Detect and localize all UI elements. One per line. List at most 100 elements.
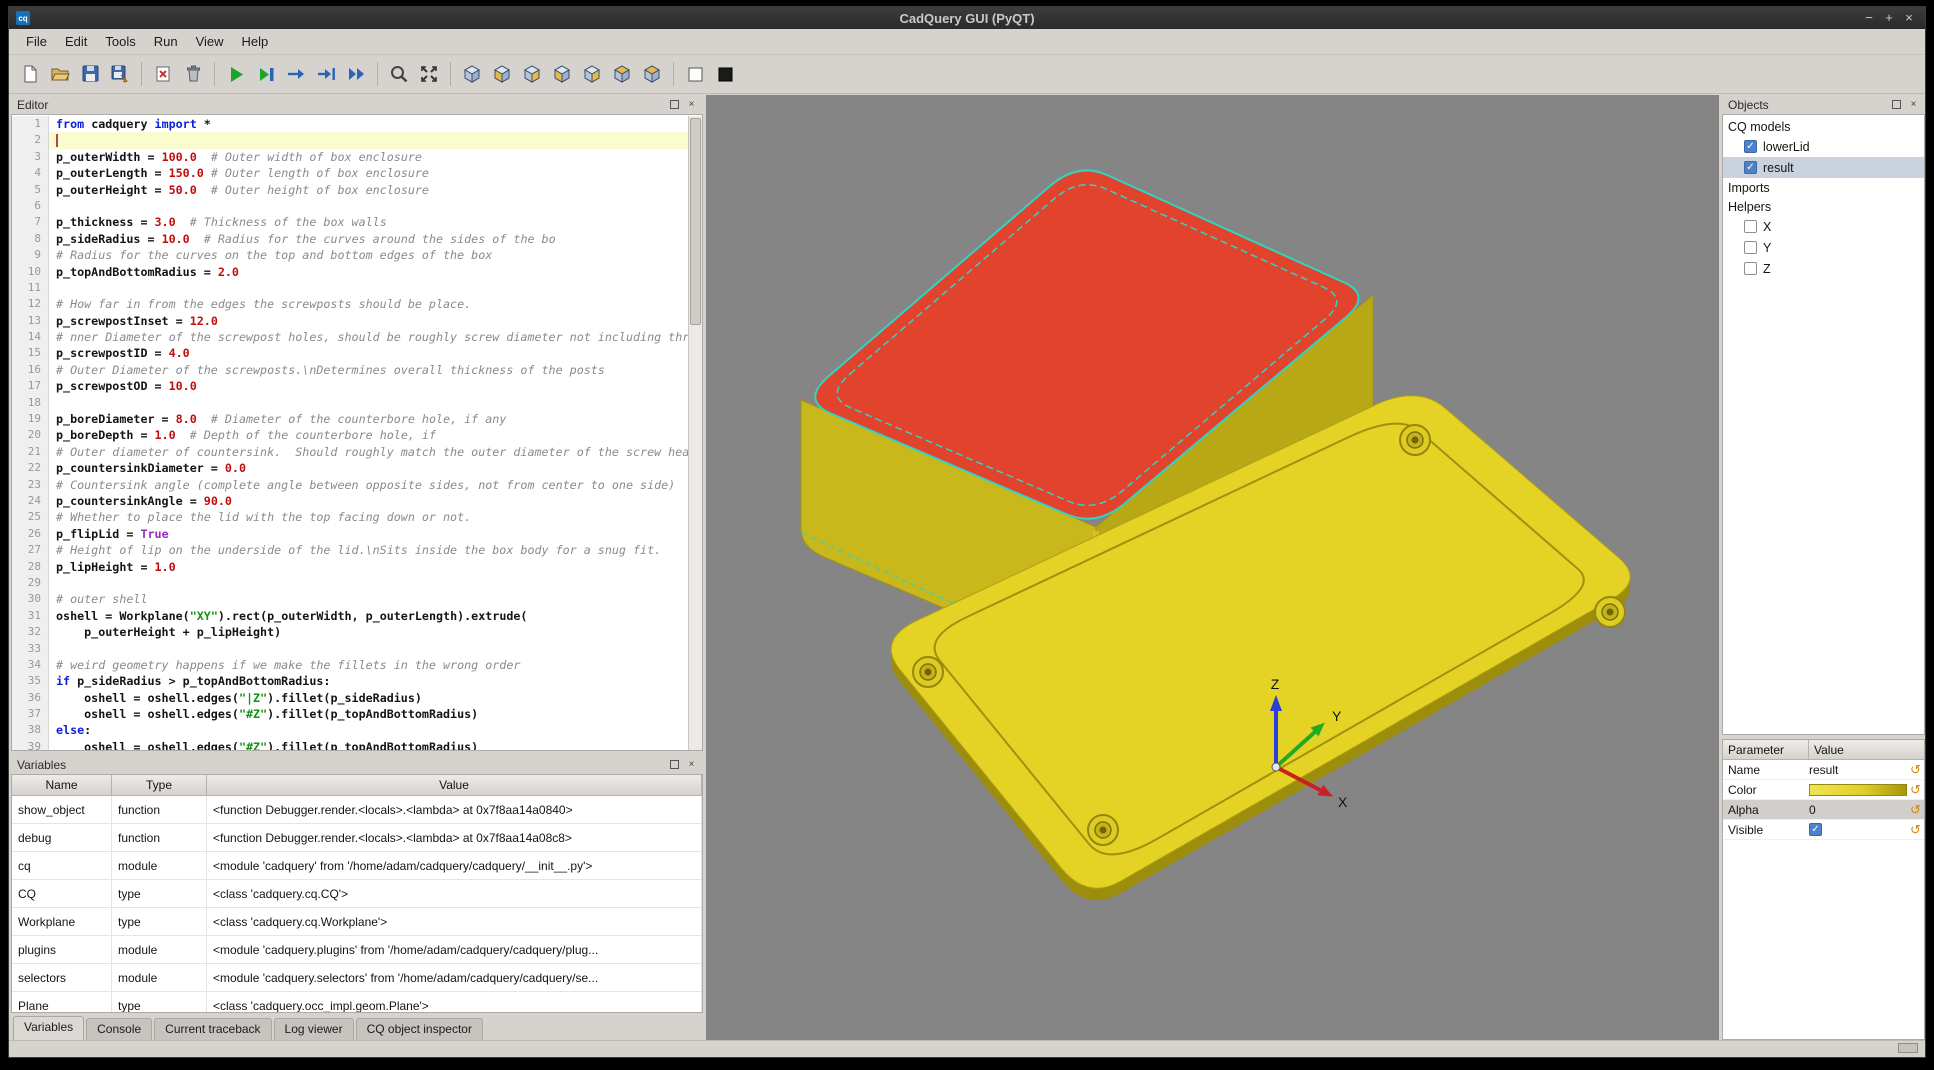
tree-group-imports[interactable]: Imports [1723, 178, 1924, 197]
open-button[interactable] [45, 59, 75, 89]
float-panel-icon[interactable] [667, 758, 682, 772]
wireframe-button[interactable] [680, 59, 710, 89]
tree-group-cq-models[interactable]: CQ models [1723, 117, 1924, 136]
column-header-name[interactable]: Name [12, 775, 112, 795]
variable-cell: plugins [12, 936, 112, 963]
step-into-button[interactable] [311, 59, 341, 89]
close-button[interactable]: × [1899, 7, 1919, 29]
debug-button[interactable] [251, 59, 281, 89]
code-lines[interactable]: from cadquery import *p_outerWidth = 100… [12, 116, 689, 751]
run-button[interactable] [221, 59, 251, 89]
tab-cq-object-inspector[interactable]: CQ object inspector [356, 1018, 483, 1040]
tree-item-result[interactable]: ✓ result [1723, 157, 1924, 178]
code-token [197, 150, 211, 164]
view-front-button[interactable] [487, 59, 517, 89]
menu-edit[interactable]: Edit [56, 31, 96, 52]
float-panel-icon[interactable] [667, 98, 682, 112]
y-axis-label: Y [1332, 708, 1342, 724]
save-button[interactable] [75, 59, 105, 89]
new-file-button[interactable] [15, 59, 45, 89]
variables-panel-title: Variables [17, 758, 665, 772]
view-top-button[interactable] [607, 59, 637, 89]
screw-boss[interactable] [1595, 597, 1625, 627]
screw-boss[interactable] [913, 657, 943, 687]
menu-file[interactable]: File [17, 31, 56, 52]
checkbox[interactable] [1744, 220, 1757, 233]
tree-item-lowerlid[interactable]: ✓lowerLid [1723, 136, 1924, 157]
tree-group-helpers[interactable]: Helpers [1723, 197, 1924, 216]
continue-button[interactable] [341, 59, 371, 89]
column-header-value[interactable]: Value [207, 775, 702, 795]
view-back-button[interactable] [517, 59, 547, 89]
fit-all-button[interactable] [414, 59, 444, 89]
variable-row[interactable]: pluginsmodule<module 'cadquery.plugins' … [12, 936, 702, 964]
reset-icon[interactable]: ↺ [1907, 762, 1924, 778]
close-panel-icon[interactable]: × [684, 98, 699, 112]
checkbox[interactable] [1744, 262, 1757, 275]
tab-console[interactable]: Console [86, 1018, 152, 1040]
checkbox[interactable] [1744, 241, 1757, 254]
tab-current-traceback[interactable]: Current traceback [154, 1018, 271, 1040]
visible-checkbox[interactable]: ✓ [1809, 823, 1822, 836]
code-token: oshell = oshell.edges( [56, 740, 239, 751]
code-token: # Outer height of box enclosure [211, 183, 429, 197]
line-number: 19 [12, 411, 41, 427]
variable-cell: module [112, 936, 207, 963]
minimize-button[interactable]: − [1859, 7, 1879, 29]
tree-item-label: result [1763, 161, 1794, 175]
view-bottom-button[interactable] [637, 59, 667, 89]
reset-icon[interactable]: ↺ [1907, 782, 1924, 798]
maximize-button[interactable]: + [1879, 7, 1899, 29]
variable-row[interactable]: cqmodule<module 'cadquery' from '/home/a… [12, 852, 702, 880]
zoom-button[interactable] [384, 59, 414, 89]
view-iso-button[interactable] [457, 59, 487, 89]
save-as-button[interactable] [105, 59, 135, 89]
code-editor[interactable]: 1234567891011121314151617181920212223242… [11, 114, 703, 751]
menu-tools[interactable]: Tools [96, 31, 144, 52]
menu-run[interactable]: Run [145, 31, 187, 52]
status-bar-grip[interactable] [1898, 1043, 1918, 1053]
clear-button[interactable] [148, 59, 178, 89]
close-panel-icon[interactable]: × [1906, 98, 1921, 112]
tree-item-y[interactable]: Y [1723, 237, 1924, 258]
3d-canvas[interactable]: Z Y X [706, 95, 1719, 1040]
line-number: 4 [12, 165, 41, 181]
code-token: ).fillet(p_topAndBottomRadius) [267, 740, 478, 751]
line-number: 22 [12, 460, 41, 476]
toolbar-separator [450, 62, 451, 86]
float-panel-icon[interactable] [1889, 98, 1904, 112]
variable-row[interactable]: debugfunction<function Debugger.render.<… [12, 824, 702, 852]
tab-variables[interactable]: Variables [13, 1016, 84, 1040]
view-right-button[interactable] [577, 59, 607, 89]
variable-row[interactable]: selectorsmodule<module 'cadquery.selecto… [12, 964, 702, 992]
close-panel-icon[interactable]: × [684, 758, 699, 772]
view-left-button[interactable] [547, 59, 577, 89]
screw-boss[interactable] [1088, 815, 1118, 845]
trash-button[interactable] [178, 59, 208, 89]
scrollbar-thumb[interactable] [690, 118, 701, 325]
variable-row[interactable]: Workplanetype<class 'cadquery.cq.Workpla… [12, 908, 702, 936]
reset-icon[interactable]: ↺ [1907, 822, 1924, 838]
3d-viewport[interactable]: Z Y X [706, 95, 1719, 1040]
tab-log-viewer[interactable]: Log viewer [274, 1018, 354, 1040]
menu-help[interactable]: Help [233, 31, 278, 52]
editor-scrollbar[interactable] [688, 116, 702, 750]
menu-view[interactable]: View [187, 31, 233, 52]
screw-boss[interactable] [1400, 425, 1430, 455]
step-over-button[interactable] [281, 59, 311, 89]
code-token: # nner Diameter of the screwpost holes, … [56, 330, 703, 344]
tree-item-x[interactable]: X [1723, 216, 1924, 237]
reset-icon[interactable]: ↺ [1907, 802, 1924, 818]
variable-row[interactable]: CQtype<class 'cadquery.cq.CQ'> [12, 880, 702, 908]
column-header-type[interactable]: Type [112, 775, 207, 795]
shaded-button[interactable] [710, 59, 740, 89]
color-swatch[interactable] [1809, 784, 1907, 796]
code-line: if p_sideRadius > p_topAndBottomRadius: [12, 673, 689, 689]
tree-item-z[interactable]: Z [1723, 258, 1924, 279]
continue-icon [345, 63, 367, 85]
line-number: 11 [12, 280, 41, 296]
checkbox[interactable]: ✓ [1744, 161, 1757, 174]
checkbox[interactable]: ✓ [1744, 140, 1757, 153]
variable-row[interactable]: show_objectfunction<function Debugger.re… [12, 796, 702, 824]
variable-row[interactable]: Planetype<class 'cadquery.occ_impl.geom.… [12, 992, 702, 1013]
